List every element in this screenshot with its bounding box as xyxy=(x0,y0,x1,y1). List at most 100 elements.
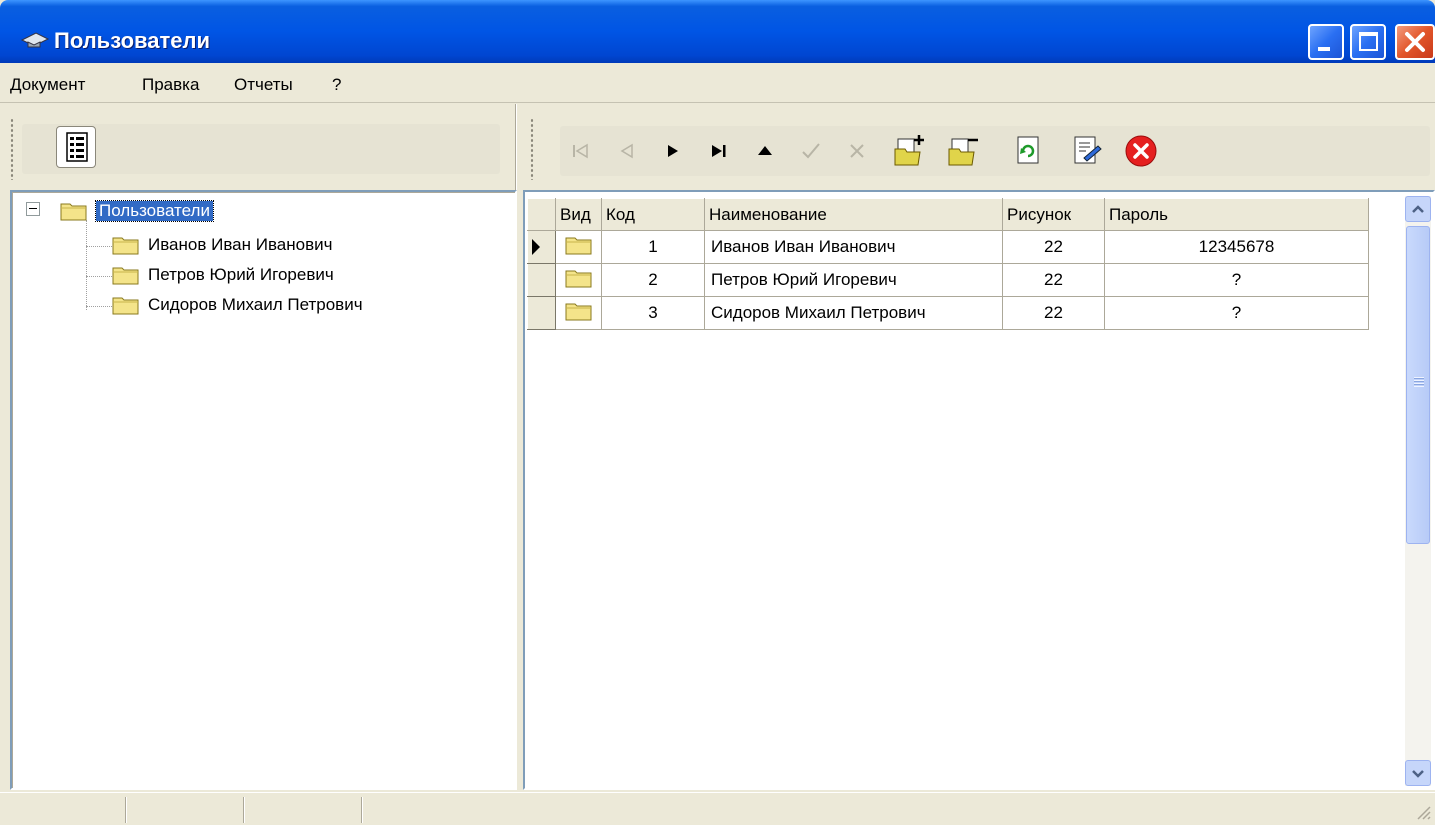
first-record-button[interactable] xyxy=(568,137,594,163)
column-header-code[interactable]: Код xyxy=(601,198,705,231)
cell-name[interactable]: Сидоров Михаил Петрович xyxy=(704,296,1003,330)
document-list-icon xyxy=(66,132,88,162)
status-bar xyxy=(0,792,1435,825)
tree-node[interactable]: Иванов Иван Иванович xyxy=(112,232,332,258)
post-record-button[interactable] xyxy=(798,137,824,163)
cell-code[interactable]: 3 xyxy=(601,296,705,330)
tree-connector xyxy=(86,246,112,247)
tree-node[interactable]: Петров Юрий Игоревич xyxy=(112,262,334,288)
column-header-password[interactable]: Пароль xyxy=(1104,198,1369,231)
cancel-record-button[interactable] xyxy=(844,137,870,163)
scroll-up-button[interactable] xyxy=(1405,196,1431,222)
resize-grip-icon[interactable] xyxy=(1412,801,1432,821)
left-toolbar xyxy=(0,104,515,190)
refresh-button[interactable] xyxy=(1012,134,1044,166)
row-indicator[interactable] xyxy=(527,296,556,330)
next-record-button[interactable] xyxy=(660,137,686,163)
row-indicator[interactable] xyxy=(527,230,556,264)
row-indicator[interactable] xyxy=(527,263,556,297)
cell-code[interactable]: 2 xyxy=(601,263,705,297)
minimize-button[interactable] xyxy=(1308,24,1344,60)
status-pane xyxy=(0,797,126,823)
menu-help[interactable]: ? xyxy=(332,75,341,95)
cell-picture[interactable]: 22 xyxy=(1002,296,1105,330)
title-bar[interactable]: Пользователи xyxy=(0,0,1435,63)
edit-document-button[interactable] xyxy=(1070,134,1104,166)
column-header-picture[interactable]: Рисунок xyxy=(1002,198,1105,231)
cell-picture[interactable]: 22 xyxy=(1002,263,1105,297)
remove-document-icon xyxy=(948,138,978,166)
folder-icon xyxy=(112,237,139,255)
close-red-icon xyxy=(1125,135,1157,167)
document-view-button[interactable] xyxy=(56,126,96,168)
tree-node-label: Сидоров Михаил Петрович xyxy=(148,295,363,314)
scroll-down-button[interactable] xyxy=(1405,760,1431,786)
graduation-cap-icon xyxy=(20,32,50,48)
users-tree[interactable]: Пользователи Иванов Иван Иванович Петров… xyxy=(10,190,517,790)
window-title: Пользователи xyxy=(54,28,211,53)
edit-document-icon xyxy=(1074,136,1102,164)
table-row[interactable]: 3 Сидоров Михаил Петрович 22 ? xyxy=(527,296,1369,330)
tree-node[interactable]: Сидоров Михаил Петрович xyxy=(112,292,363,318)
folder-icon xyxy=(565,303,591,320)
cell-password[interactable]: 12345678 xyxy=(1104,230,1369,264)
scroll-thumb[interactable] xyxy=(1406,226,1430,544)
exit-button[interactable] xyxy=(1124,134,1158,168)
post-record-icon xyxy=(802,143,820,159)
thumb-grip xyxy=(1414,377,1424,387)
last-record-icon xyxy=(712,145,726,157)
cell-name[interactable]: Петров Юрий Игоревич xyxy=(704,263,1003,297)
cell-password[interactable]: ? xyxy=(1104,263,1369,297)
folder-icon xyxy=(112,267,139,285)
minimize-icon xyxy=(1318,47,1330,51)
menu-document[interactable]: Документ xyxy=(10,75,85,95)
collapse-toggle[interactable] xyxy=(26,202,40,216)
users-grid[interactable]: Вид Код Наименование Рисунок Пароль 1 Ив… xyxy=(527,198,1369,330)
first-record-icon xyxy=(573,143,588,159)
tree-connector xyxy=(86,306,112,307)
cell-kind[interactable] xyxy=(555,230,602,264)
add-document-button[interactable] xyxy=(892,133,926,167)
column-header-kind[interactable]: Вид xyxy=(555,198,602,231)
menu-edit[interactable]: Правка xyxy=(142,75,199,95)
cell-kind[interactable] xyxy=(555,296,602,330)
column-header-name[interactable]: Наименование xyxy=(704,198,1003,231)
folder-icon xyxy=(565,270,591,287)
grid-indicator-header xyxy=(527,198,556,231)
next-record-icon xyxy=(668,145,678,157)
insert-record-icon xyxy=(758,146,772,155)
cell-name[interactable]: Иванов Иван Иванович xyxy=(704,230,1003,264)
navigator-band xyxy=(560,126,1430,176)
table-row[interactable]: 2 Петров Юрий Игоревич 22 ? xyxy=(527,263,1369,297)
last-record-button[interactable] xyxy=(706,137,732,163)
tree-node-label: Петров Юрий Игоревич xyxy=(148,265,334,284)
insert-record-button[interactable] xyxy=(752,137,778,163)
refresh-icon xyxy=(1017,136,1039,164)
tree-root-node[interactable]: Пользователи xyxy=(60,198,214,224)
close-icon xyxy=(1405,32,1425,52)
maximize-button[interactable] xyxy=(1350,24,1386,60)
menu-reports[interactable]: Отчеты xyxy=(234,75,293,95)
cell-kind[interactable] xyxy=(555,263,602,297)
add-document-icon xyxy=(894,135,924,166)
cell-code[interactable]: 1 xyxy=(601,230,705,264)
toolbar-grip[interactable] xyxy=(10,118,14,180)
chevron-up-icon xyxy=(1412,205,1424,213)
users-grid-panel: Вид Код Наименование Рисунок Пароль 1 Ив… xyxy=(523,190,1435,790)
table-row[interactable]: 1 Иванов Иван Иванович 22 12345678 xyxy=(527,230,1369,264)
prior-record-icon xyxy=(620,143,633,159)
grid-vertical-scrollbar[interactable] xyxy=(1405,196,1431,786)
tree-root-label: Пользователи xyxy=(95,200,214,222)
folder-icon xyxy=(565,237,591,254)
cell-password[interactable]: ? xyxy=(1104,296,1369,330)
tree-connector xyxy=(86,220,87,310)
cancel-record-icon xyxy=(850,144,864,158)
menu-bar: Документ Правка Отчеты ? xyxy=(0,63,1435,103)
tree-node-label: Иванов Иван Иванович xyxy=(148,235,333,254)
remove-document-button[interactable] xyxy=(946,133,980,167)
chevron-down-icon xyxy=(1412,770,1424,778)
cell-picture[interactable]: 22 xyxy=(1002,230,1105,264)
close-button[interactable] xyxy=(1395,24,1435,60)
toolbar-grip[interactable] xyxy=(530,118,534,180)
prior-record-button[interactable] xyxy=(614,137,640,163)
